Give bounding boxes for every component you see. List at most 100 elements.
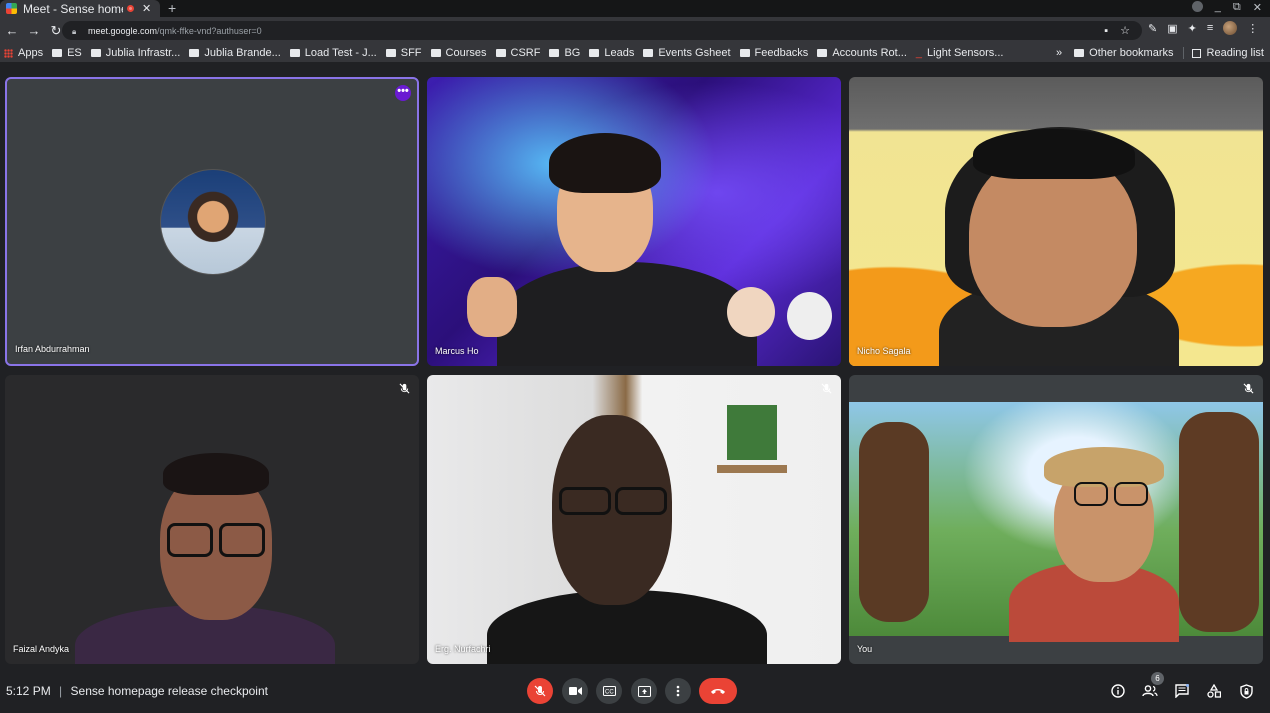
lock-icon[interactable]: 🔒︎ [72,27,80,36]
extensions-area: ✎ ▣ ✦ ≡ ⋮ [1148,21,1258,35]
bookmark-folder[interactable]: Jublia Infrastr... [90,47,180,59]
participant-tile[interactable]: You [849,375,1263,664]
more-options-button[interactable] [665,678,691,704]
meeting-details-button[interactable] [1109,682,1127,700]
tab-meet[interactable]: Meet - Sense homep ✕ [0,0,160,17]
bookmark-folder[interactable]: ES [52,47,82,59]
bookmark-folder[interactable]: Leads [589,47,634,59]
extensions-puzzle-icon[interactable]: ✦ [1188,22,1197,35]
participant-avatar [160,169,266,275]
divider [1182,47,1184,59]
people-icon [1142,685,1158,697]
meeting-info-text: 5:12 PM | Sense homepage release checkpo… [6,684,268,698]
browser-toolbar: ← → ↻ 🔒︎ meet.google.com/qmk-ffke-vnd?au… [0,17,1270,44]
media-control-icon[interactable]: ≡ [1207,22,1213,34]
participant-tile[interactable]: Nicho Sagala [849,77,1263,366]
present-screen-icon [637,685,651,697]
bookmark-folder[interactable]: Feedbacks [739,47,808,59]
host-controls-button[interactable] [1237,682,1255,700]
camera-in-use-icon[interactable]: ▪ [1104,25,1108,37]
bookmark-folder[interactable]: BG [549,47,580,59]
mic-off-icon [1243,383,1254,394]
tab-close-button[interactable]: ✕ [142,2,151,15]
closed-captions-icon: CC [602,686,616,696]
folder-icon [430,49,441,57]
other-bookmarks[interactable]: Other bookmarks [1074,47,1174,59]
close-window-button[interactable]: ✕ [1253,1,1262,14]
folder-icon [495,49,506,57]
meeting-title: Sense homepage release checkpoint [70,684,268,698]
participant-video [427,77,841,366]
light-sensors-favicon-icon: _ [915,47,923,59]
participant-name: Faizal Andyka [13,644,70,654]
reading-list-icon [1191,48,1201,58]
participant-video [849,77,1263,366]
extension-dots-icon[interactable]: ▣ [1167,22,1177,35]
bookmark-folder[interactable]: SFF [385,47,422,59]
reading-list-button[interactable]: Reading list [1191,47,1264,59]
activities-shapes-icon [1207,684,1221,698]
bookmarks-overflow-button[interactable]: » [1056,47,1062,59]
participant-video [427,375,841,664]
folder-icon [289,49,300,57]
tab-search-icon[interactable] [1191,1,1203,12]
bookmarks-bar: Apps ES Jublia Infrastr... Jublia Brande… [0,44,1270,62]
participant-tile[interactable]: Faizal Andyka [5,375,419,664]
participant-tile[interactable]: Marcus Ho [427,77,841,366]
divider: | [59,684,63,698]
bookmark-apps[interactable]: Apps [4,47,43,59]
recording-indicator-icon [127,5,134,12]
chat-button[interactable] [1173,682,1191,700]
info-icon [1111,684,1125,698]
browser-tabstrip: Meet - Sense homep ✕ + _ ⧉ ✕ [0,0,1270,17]
camera-toggle-button[interactable] [562,678,588,704]
bookmark-folder[interactable]: Jublia Brande... [189,47,281,59]
bookmark-link[interactable]: _ Light Sensors... [916,47,1004,59]
meet-favicon-icon [6,3,17,14]
bookmark-folder[interactable]: CSRF [495,47,540,59]
participant-tile[interactable]: Erg. Nurfachri [427,375,841,664]
participant-tile[interactable]: ••• Irfan Abdurrahman [5,77,419,366]
url-host: meet.google.com [88,25,158,36]
profile-avatar-icon[interactable] [1223,21,1238,35]
captions-button[interactable]: CC [596,678,622,704]
leave-call-button[interactable] [699,678,737,704]
hang-up-icon [711,689,725,694]
bookmark-folder[interactable]: Accounts Rot... [817,47,907,59]
shield-lock-icon [1239,683,1253,699]
bookmark-star-icon[interactable]: ☆ [1120,24,1130,37]
activities-button[interactable] [1205,682,1223,700]
current-time: 5:12 PM [6,684,51,698]
back-button[interactable]: ← [2,23,22,38]
chat-icon [1175,684,1189,698]
bookmark-folder[interactable]: Events Gsheet [643,47,731,59]
new-tab-button[interactable]: + [168,0,176,17]
participant-name: Marcus Ho [435,346,479,356]
browser-menu-icon[interactable]: ⋮ [1247,22,1258,35]
minimize-button[interactable]: _ [1215,1,1221,14]
window-controls: _ ⧉ ✕ [1191,1,1262,14]
folder-icon [189,49,200,57]
folder-icon [90,49,101,57]
more-options-button[interactable]: ••• [395,85,411,101]
participant-name: Irfan Abdurrahman [15,344,90,354]
folder-icon [739,49,750,57]
folder-icon [589,49,600,57]
present-now-button[interactable] [631,678,657,704]
vertical-dots-icon [676,685,680,697]
bookmark-folder[interactable]: Courses [430,47,487,59]
participant-name: You [857,644,873,654]
extension-pen-icon[interactable]: ✎ [1148,22,1157,35]
participant-video [5,375,419,664]
folder-icon [817,49,828,57]
bookmark-folder[interactable]: Load Test - J... [289,47,377,59]
restore-button[interactable]: ⧉ [1233,1,1241,14]
url-path: /qmk-ffke-vnd?authuser=0 [157,25,262,36]
microphone-toggle-button[interactable] [527,678,553,704]
mic-off-icon [821,383,832,394]
tab-title: Meet - Sense homep [23,1,123,16]
apps-grid-icon [4,48,13,58]
bookmarks-right: » Other bookmarks Reading list [1056,44,1264,62]
forward-button[interactable]: → [24,23,44,38]
address-bar[interactable]: 🔒︎ meet.google.com/qmk-ffke-vnd?authuser… [62,21,1142,40]
